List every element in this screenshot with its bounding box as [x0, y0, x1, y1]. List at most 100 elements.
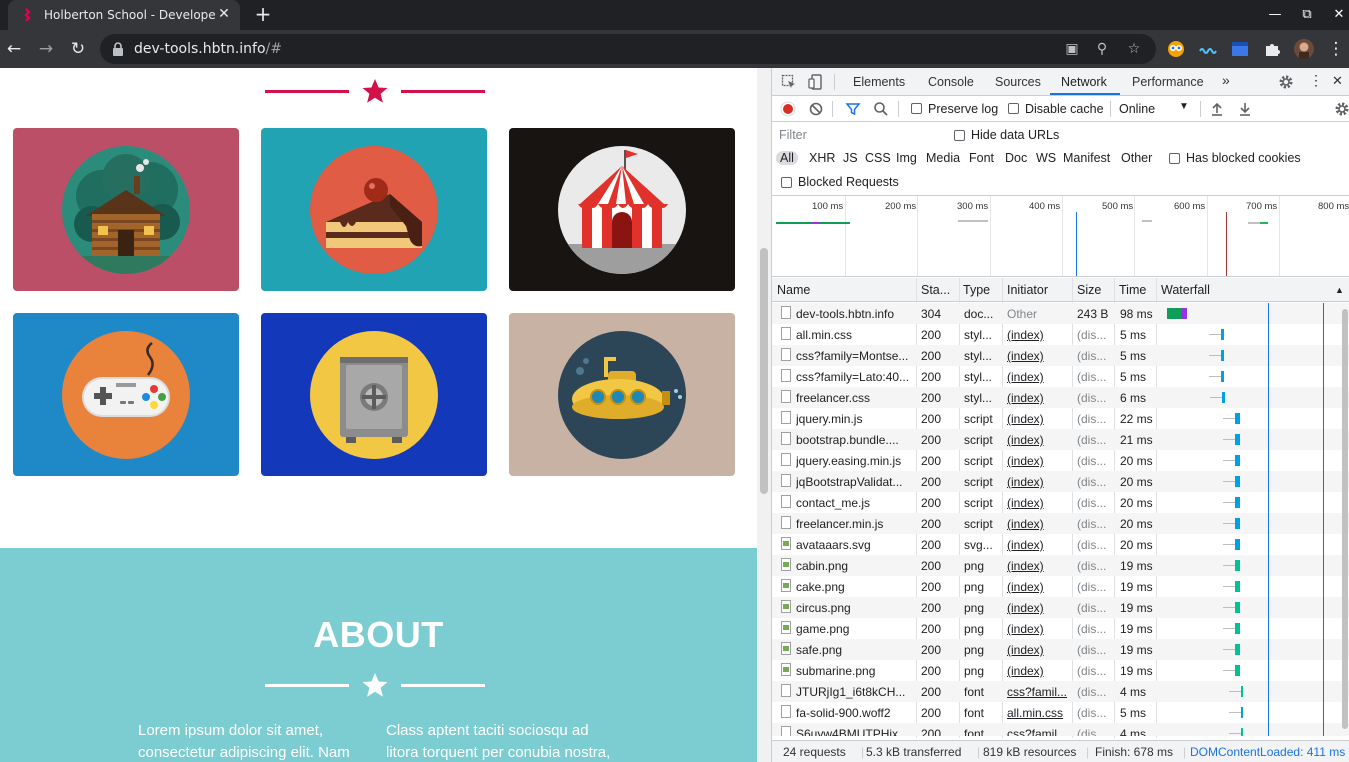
table-row[interactable]: jqBootstrapValidat... 200 script (index) (di… — [772, 471, 1349, 492]
search-icon[interactable] — [873, 101, 889, 117]
profile-avatar[interactable] — [1294, 39, 1314, 59]
request-name[interactable]: circus.png — [796, 601, 912, 615]
new-tab-button[interactable]: + — [252, 4, 274, 26]
request-name[interactable]: avataaars.svg — [796, 538, 912, 552]
back-icon[interactable]: ← — [4, 39, 24, 59]
request-name[interactable]: dev-tools.hbtn.info — [796, 307, 912, 321]
request-initiator[interactable]: all.min.css — [1007, 706, 1069, 720]
type-filter-js[interactable]: JS — [843, 151, 858, 165]
request-name[interactable]: freelancer.min.js — [796, 517, 912, 531]
table-row[interactable]: jquery.easing.min.js 200 script (index) (dis… — [772, 450, 1349, 471]
table-row[interactable]: freelancer.min.js 200 script (index) (dis...… — [772, 513, 1349, 534]
request-initiator[interactable]: (index) — [1007, 538, 1069, 552]
portfolio-item-game[interactable] — [13, 313, 239, 476]
request-initiator[interactable]: (index) — [1007, 370, 1069, 384]
request-initiator[interactable]: css?famil — [1007, 727, 1069, 736]
type-filter-media[interactable]: Media — [926, 151, 960, 165]
blocked-requests-checkbox[interactable] — [781, 177, 792, 188]
extension-owl-icon[interactable] — [1166, 39, 1186, 59]
table-row[interactable]: circus.png 200 png (index) (dis... 19 ms — [772, 597, 1349, 618]
request-initiator[interactable]: (index) — [1007, 496, 1069, 510]
request-name[interactable]: fa-solid-900.woff2 — [796, 706, 912, 720]
settings-gear-icon[interactable] — [1278, 74, 1294, 90]
table-row[interactable]: JTURjIg1_i6t8kCH... 200 font css?famil... (d… — [772, 681, 1349, 702]
request-initiator[interactable]: (index) — [1007, 454, 1069, 468]
forward-icon[interactable]: → — [36, 39, 56, 59]
device-toolbar-icon[interactable] — [808, 74, 824, 90]
request-name[interactable]: cabin.png — [796, 559, 912, 573]
portfolio-item-cake[interactable] — [261, 128, 487, 291]
address-bar[interactable]: dev-tools.hbtn.info/# ▣ ⚲ ☆ — [100, 34, 1156, 64]
request-initiator[interactable]: (index) — [1007, 664, 1069, 678]
hide-data-urls-checkbox[interactable] — [954, 130, 965, 141]
has-blocked-cookies-checkbox[interactable] — [1169, 153, 1180, 164]
request-initiator[interactable]: css?famil... — [1007, 685, 1069, 699]
throttling-select[interactable]: Online — [1119, 102, 1155, 116]
request-name[interactable]: css?family=Lato:40... — [796, 370, 912, 384]
request-name[interactable]: all.min.css — [796, 328, 912, 342]
request-name[interactable]: freelancer.css — [796, 391, 912, 405]
table-row[interactable]: all.min.css 200 styl... (index) (dis... 5 ms — [772, 324, 1349, 345]
type-filter-css[interactable]: CSS — [865, 151, 891, 165]
request-name[interactable]: jquery.easing.min.js — [796, 454, 912, 468]
type-filter-doc[interactable]: Doc — [1005, 151, 1027, 165]
request-initiator[interactable]: (index) — [1007, 559, 1069, 573]
request-initiator[interactable]: (index) — [1007, 517, 1069, 531]
column-time[interactable]: Time — [1119, 283, 1146, 297]
page-scrollbar-thumb[interactable] — [760, 248, 768, 494]
tab-console[interactable]: Console — [928, 75, 974, 89]
portfolio-item-submarine[interactable] — [509, 313, 735, 476]
tab-elements[interactable]: Elements — [853, 75, 905, 89]
table-row[interactable]: dev-tools.hbtn.info 304 doc... Other 243 B 98… — [772, 303, 1349, 324]
request-name[interactable]: JTURjIg1_i6t8kCH... — [796, 685, 912, 699]
request-initiator[interactable]: (index) — [1007, 433, 1069, 447]
request-initiator[interactable]: (index) — [1007, 391, 1069, 405]
preserve-log-checkbox[interactable] — [911, 103, 922, 114]
import-har-icon[interactable] — [1209, 101, 1225, 117]
table-row[interactable]: css?family=Lato:40... 200 styl... (index) (d… — [772, 366, 1349, 387]
close-devtools-icon[interactable]: ✕ — [1332, 73, 1343, 89]
inspect-element-icon[interactable] — [781, 74, 797, 90]
request-initiator[interactable]: (index) — [1007, 643, 1069, 657]
request-initiator[interactable]: (index) — [1007, 580, 1069, 594]
extension-window-icon[interactable] — [1230, 39, 1250, 59]
devtools-menu-icon[interactable]: ⋮ — [1309, 72, 1323, 89]
type-filter-ws[interactable]: WS — [1036, 151, 1056, 165]
request-name[interactable]: jqBootstrapValidat... — [796, 475, 912, 489]
table-row[interactable]: S6uyw4BMUTPHjx 200 font css?famil (dis... 4 m… — [772, 723, 1349, 736]
column-type[interactable]: Type — [963, 283, 990, 297]
chevron-down-icon[interactable]: ▼ — [1179, 101, 1189, 112]
portfolio-item-cabin[interactable] — [13, 128, 239, 291]
clear-icon[interactable] — [808, 101, 824, 117]
request-name[interactable]: safe.png — [796, 643, 912, 657]
bookmark-star-icon[interactable]: ☆ — [1126, 41, 1142, 57]
column-initiator[interactable]: Initiator — [1007, 283, 1048, 297]
column-size[interactable]: Size — [1077, 283, 1101, 297]
type-filter-img[interactable]: Img — [896, 151, 917, 165]
table-row[interactable]: contact_me.js 200 script (index) (dis... 20 m… — [772, 492, 1349, 513]
more-tabs-icon[interactable]: » — [1222, 72, 1230, 88]
requests-scrollbar-thumb[interactable] — [1342, 309, 1348, 729]
type-filter-other[interactable]: Other — [1121, 151, 1152, 165]
request-name[interactable]: contact_me.js — [796, 496, 912, 510]
request-name[interactable]: jquery.min.js — [796, 412, 912, 426]
filter-input[interactable] — [775, 126, 941, 144]
table-row[interactable]: fa-solid-900.woff2 200 font all.min.css (dis… — [772, 702, 1349, 723]
browser-menu-icon[interactable]: ⋮ — [1326, 39, 1346, 59]
network-overview-timeline[interactable]: 100 ms 200 ms 300 ms 400 ms 500 ms 600 m… — [772, 196, 1349, 277]
request-initiator[interactable]: (index) — [1007, 622, 1069, 636]
request-initiator[interactable]: (index) — [1007, 475, 1069, 489]
request-name[interactable]: submarine.png — [796, 664, 912, 678]
request-name[interactable]: cake.png — [796, 580, 912, 594]
request-name[interactable]: S6uyw4BMUTPHjx — [796, 727, 912, 736]
table-row[interactable]: submarine.png 200 png (index) (dis... 19 ms — [772, 660, 1349, 681]
type-filter-font[interactable]: Font — [969, 151, 994, 165]
type-filter-manifest[interactable]: Manifest — [1063, 151, 1110, 165]
table-row[interactable]: jquery.min.js 200 script (index) (dis... 22 m… — [772, 408, 1349, 429]
minimize-icon[interactable]: — — [1266, 6, 1284, 24]
table-row[interactable]: game.png 200 png (index) (dis... 19 ms — [772, 618, 1349, 639]
reload-icon[interactable]: ↻ — [68, 39, 88, 59]
tab-sources[interactable]: Sources — [995, 75, 1041, 89]
restore-icon[interactable]: ⧉ — [1298, 6, 1316, 24]
column-name[interactable]: Name — [777, 283, 810, 297]
